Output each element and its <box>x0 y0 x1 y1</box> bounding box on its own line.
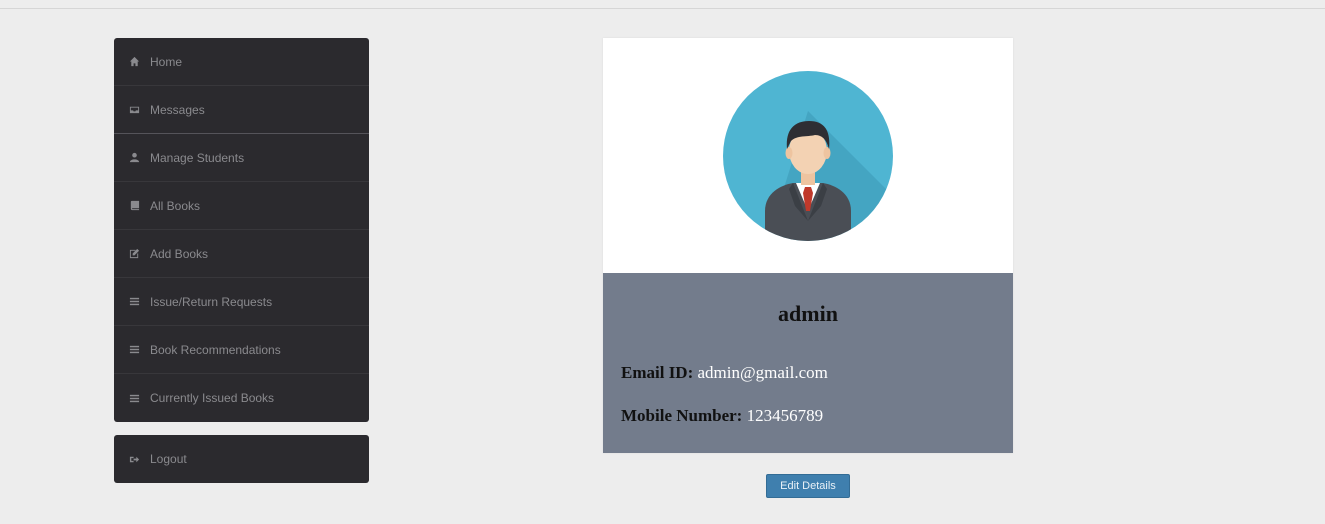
logout-label: Logout <box>150 452 187 466</box>
mobile-label: Mobile Number: <box>621 406 747 425</box>
sidebar-item-issue-return-requests[interactable]: Issue/Return Requests <box>114 278 369 326</box>
book-icon <box>128 200 140 212</box>
edit-details-button[interactable]: Edit Details <box>766 474 850 498</box>
list-icon <box>128 296 140 308</box>
sidebar-item-currently-issued-books[interactable]: Currently Issued Books <box>114 374 369 422</box>
sidebar-item-label: Currently Issued Books <box>150 391 275 405</box>
edit-icon <box>128 248 140 260</box>
sidebar-item-book-recommendations[interactable]: Book Recommendations <box>114 326 369 374</box>
email-row: Email ID: admin@gmail.com <box>621 363 828 383</box>
home-icon <box>128 56 140 68</box>
email-label: Email ID: <box>621 363 698 382</box>
top-divider <box>0 8 1325 9</box>
mobile-value: 123456789 <box>746 406 824 425</box>
sidebar-item-label: Book Recommendations <box>150 342 281 357</box>
sidebar-item-label: Home <box>150 54 183 69</box>
sidebar-item-label: Add Books <box>150 246 209 261</box>
sidebar-item-manage-students[interactable]: Manage Students <box>114 134 369 182</box>
list-icon <box>128 344 140 356</box>
username: admin <box>778 301 838 326</box>
user-icon <box>128 152 140 164</box>
sidebar-item-label: All Books <box>150 198 201 213</box>
sign-out-icon <box>128 453 140 465</box>
sidebar-item-home[interactable]: Home <box>114 38 369 86</box>
profile-info-panel: admin Email ID: admin@gmail.com Mobile N… <box>603 273 1013 453</box>
sidebar-item-label: Messages <box>150 102 205 117</box>
avatar <box>723 71 893 241</box>
sidebar-item-messages[interactable]: Messages <box>114 86 369 134</box>
sidebar-item-all-books[interactable]: All Books <box>114 182 369 230</box>
logout-button[interactable]: Logout <box>114 435 369 483</box>
inbox-icon <box>128 104 140 116</box>
profile-card: admin Email ID: admin@gmail.com Mobile N… <box>603 38 1013 453</box>
sidebar-nav: Home Messages Manage Students All Books … <box>114 38 369 422</box>
mobile-row: Mobile Number: 123456789 <box>621 406 823 426</box>
sidebar-item-add-books[interactable]: Add Books <box>114 230 369 278</box>
list-icon <box>128 392 140 404</box>
sidebar-item-label: Issue/Return Requests <box>150 294 273 309</box>
sidebar-item-label: Manage Students <box>150 150 245 165</box>
email-value: admin@gmail.com <box>697 363 828 382</box>
